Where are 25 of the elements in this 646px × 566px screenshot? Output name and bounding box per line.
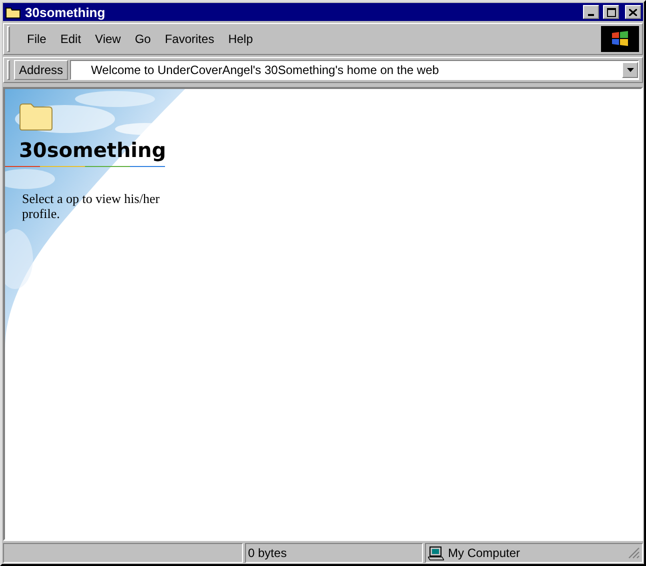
size-text: 0 bytes [245,543,423,563]
menu-item[interactable]: Go [128,30,158,48]
menu-item[interactable]: View [88,30,128,48]
maximize-icon [606,8,616,16]
menu-item[interactable]: Edit [53,30,88,48]
folder-icon [5,6,21,18]
menu-item[interactable]: File [20,30,54,48]
computer-icon [428,546,444,560]
minimize-button[interactable] [583,5,599,19]
instruction-text: Select a op to view his/her profile. [22,191,161,221]
address-field[interactable]: Welcome to UnderCoverAngel's 30Something's home on the web [70,60,639,80]
windows-logo [601,26,639,52]
address-label: Address [14,60,68,80]
close-icon [629,8,637,16]
dropdown-button[interactable] [622,62,638,78]
window-title: 30something [25,4,106,20]
menu-item[interactable]: Help [221,30,260,48]
menu-item[interactable]: Favorites [158,30,222,48]
page-heading: 30something [19,138,166,162]
maximize-button[interactable] [603,5,619,19]
close-button[interactable] [625,5,641,19]
folder-icon [19,103,53,131]
zone-text: My Computer [448,546,522,560]
resize-grip-icon[interactable] [628,547,640,559]
caret-icon [626,68,634,72]
